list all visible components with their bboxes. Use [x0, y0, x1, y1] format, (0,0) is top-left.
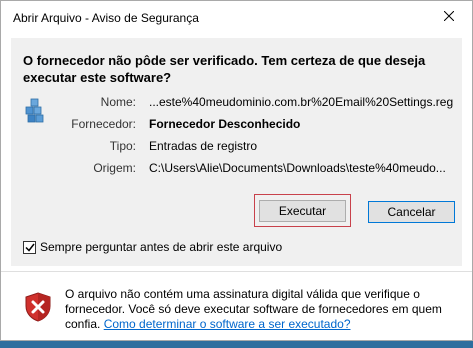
checkmark-icon — [24, 243, 35, 252]
how-to-decide-link[interactable]: Como determinar o software a ser executa… — [104, 317, 351, 331]
always-ask-checkbox[interactable] — [23, 241, 36, 254]
cancel-button[interactable]: Cancelar — [368, 201, 455, 223]
desktop-background — [0, 340, 473, 348]
type-label: Tipo: — [109, 139, 136, 153]
name-value: ...este%40meudominio.com.br%20Email%20Se… — [149, 95, 454, 109]
publisher-value: Fornecedor Desconhecido — [149, 117, 301, 131]
origin-value: C:\Users\Alie\Documents\Downloads\teste%… — [149, 161, 446, 175]
title-bar: Abrir Arquivo - Aviso de Segurança — [1, 1, 472, 37]
security-question: O fornecedor não pôde ser verificado. Te… — [23, 53, 426, 85]
execute-button[interactable]: Executar — [259, 200, 346, 222]
type-value: Entradas de registro — [149, 139, 258, 153]
security-shield-icon — [25, 292, 51, 322]
footer-divider — [1, 271, 472, 272]
origin-label: Origem: — [93, 161, 136, 175]
name-label: Nome: — [100, 95, 136, 109]
publisher-label: Fornecedor: — [71, 117, 136, 131]
close-button[interactable] — [426, 1, 472, 31]
dialog-content: O fornecedor não pôde ser verificado. Te… — [11, 38, 462, 266]
window-title: Abrir Arquivo - Aviso de Segurança — [13, 11, 199, 25]
footer-warning: O arquivo não contém uma assinatura digi… — [65, 287, 465, 332]
close-icon — [444, 11, 454, 21]
always-ask-label[interactable]: Sempre perguntar antes de abrir este arq… — [40, 240, 282, 254]
security-warning-dialog: Abrir Arquivo - Aviso de Segurança O for… — [0, 0, 473, 341]
